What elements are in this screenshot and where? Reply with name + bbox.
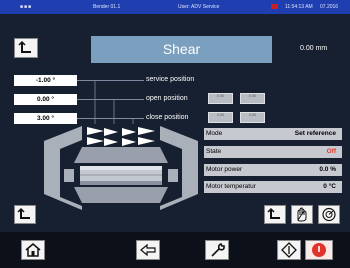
- status-value: 0 °C: [323, 183, 336, 190]
- status-label: Motor temperatur: [206, 183, 256, 190]
- home-button[interactable]: [21, 240, 45, 260]
- back-arrow-icon: [140, 243, 156, 257]
- hand-mode-button[interactable]: [291, 205, 313, 224]
- back-button[interactable]: [136, 240, 160, 260]
- manual-mode-button[interactable]: [14, 205, 36, 224]
- status-row-state: State Off: [204, 146, 342, 158]
- mode-toggle-icon: [267, 207, 280, 219]
- mode-toggle-icon: [17, 207, 30, 219]
- hand-icon: [297, 207, 307, 222]
- stop-button[interactable]: [305, 240, 333, 260]
- status-label: Mode: [206, 130, 223, 137]
- start-icon: [281, 242, 297, 258]
- start-button[interactable]: [277, 240, 301, 260]
- status-row-motor-temperature: Motor temperatur 0 °C: [204, 181, 342, 193]
- status-row-motor-power: Motor power 0.0 %: [204, 164, 342, 176]
- wrench-icon: [211, 243, 225, 257]
- jog-button[interactable]: [264, 205, 286, 224]
- status-label: Motor power: [206, 166, 243, 173]
- stop-icon: [312, 243, 326, 257]
- home-icon: [25, 243, 41, 257]
- close-position-set-button[interactable]: 0.00: [240, 112, 265, 123]
- status-row-mode: Mode Set reference: [204, 128, 342, 140]
- open-position-teach-button[interactable]: 0.00: [208, 93, 233, 104]
- status-label: State: [206, 148, 222, 155]
- status-value: 0.0 %: [319, 166, 336, 173]
- shear-screen: ■■■ Bender 01.1 User: ADV Service 11:54:…: [0, 0, 350, 268]
- open-position-set-button[interactable]: 0.00: [240, 93, 265, 104]
- settings-button[interactable]: [205, 240, 229, 260]
- state-value-badge: Off: [326, 148, 336, 155]
- status-value: Set reference: [294, 130, 336, 137]
- dial-button[interactable]: [318, 205, 340, 224]
- close-position-teach-button[interactable]: 0.00: [208, 112, 233, 123]
- dial-icon: [322, 207, 336, 222]
